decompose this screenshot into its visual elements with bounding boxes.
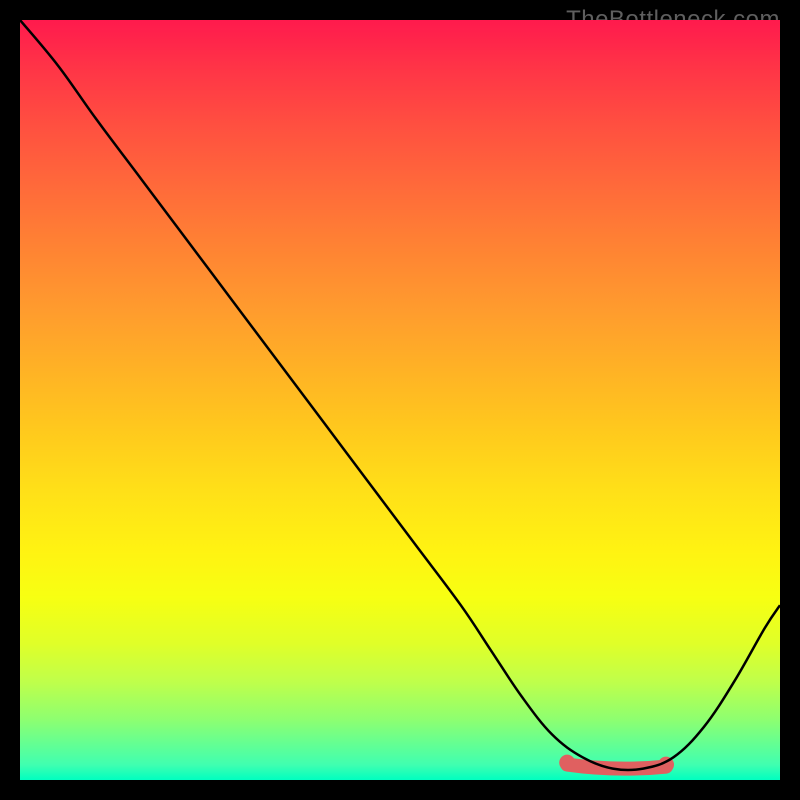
optimal-region-left-dot (559, 755, 575, 771)
plot-area (20, 20, 780, 780)
chart-canvas: TheBottleneck.com (0, 0, 800, 800)
curve-svg (20, 20, 780, 780)
bottleneck-curve (20, 20, 780, 770)
